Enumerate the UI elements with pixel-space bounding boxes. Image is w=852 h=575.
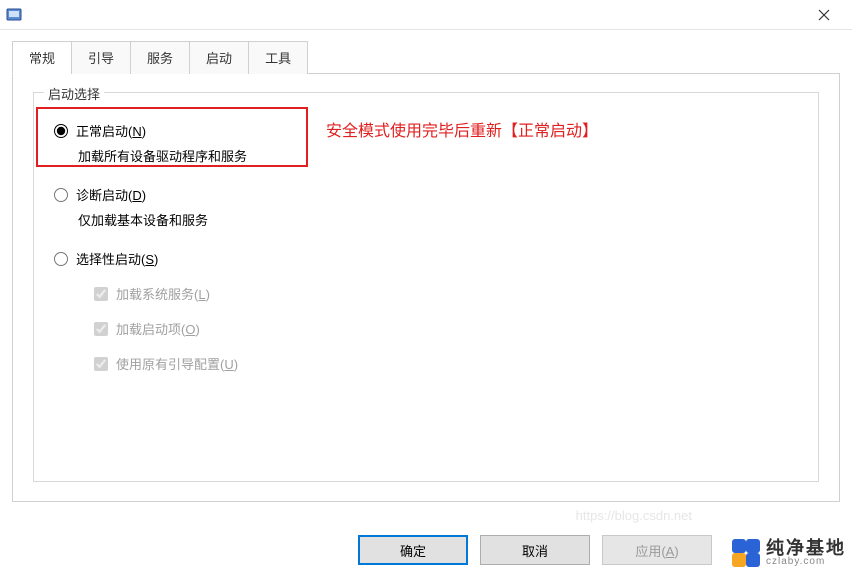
checkbox-load-startup-items: 加载启动项(O)	[94, 319, 802, 338]
radio-diag-desc: 仅加载基本设备和服务	[78, 210, 802, 229]
radio-sel-label: 选择性启动(S)	[76, 249, 158, 268]
tab-panel-general: 启动选择 安全模式使用完毕后重新【正常启动】 正常启动(N) 加载所有设备驱动程…	[12, 74, 840, 502]
titlebar	[0, 0, 852, 30]
site-logo: 纯净基地 czlaby.com	[732, 539, 846, 567]
radio-normal-input[interactable]	[54, 124, 68, 138]
watermark-text: https://blog.csdn.net	[576, 508, 692, 523]
chk-boot-label: 使用原有引导配置(U)	[116, 354, 238, 373]
chk-start-input	[94, 322, 108, 336]
tab-services[interactable]: 服务	[130, 41, 190, 74]
dialog-button-bar: 确定 取消 应用(A)	[358, 535, 712, 565]
tab-tools[interactable]: 工具	[248, 41, 308, 74]
tab-boot[interactable]: 引导	[71, 41, 131, 74]
checkbox-use-original-boot-config: 使用原有引导配置(U)	[94, 354, 802, 373]
radio-normal-label: 正常启动(N)	[76, 121, 146, 140]
radio-normal-desc: 加载所有设备驱动程序和服务	[78, 146, 802, 165]
radio-diag-label: 诊断启动(D)	[76, 185, 146, 204]
radio-diag-input[interactable]	[54, 188, 68, 202]
chk-sys-input	[94, 287, 108, 301]
startup-selection-group: 启动选择 安全模式使用完毕后重新【正常启动】 正常启动(N) 加载所有设备驱动程…	[33, 92, 819, 482]
chk-boot-input	[94, 357, 108, 371]
chk-sys-label: 加载系统服务(L)	[116, 284, 210, 303]
fieldset-legend: 启动选择	[44, 84, 104, 103]
msconfig-icon	[6, 7, 22, 23]
tab-general[interactable]: 常规	[12, 41, 72, 74]
ok-button[interactable]: 确定	[358, 535, 468, 565]
cancel-button[interactable]: 取消	[480, 535, 590, 565]
logo-text-cn: 纯净基地	[766, 539, 846, 557]
radio-diagnostic-startup[interactable]: 诊断启动(D)	[54, 185, 802, 204]
tab-startup[interactable]: 启动	[189, 41, 249, 74]
annotation-text: 安全模式使用完毕后重新【正常启动】	[326, 117, 598, 141]
logo-icon	[732, 539, 760, 567]
logo-text-en: czlaby.com	[766, 557, 846, 567]
apply-button: 应用(A)	[602, 535, 712, 565]
radio-selective-startup[interactable]: 选择性启动(S)	[54, 249, 802, 268]
radio-sel-input[interactable]	[54, 252, 68, 266]
tab-strip: 常规 引导 服务 启动 工具	[12, 40, 840, 74]
close-icon	[818, 9, 830, 21]
chk-start-label: 加载启动项(O)	[116, 319, 200, 338]
close-button[interactable]	[804, 1, 844, 29]
checkbox-load-system-services: 加载系统服务(L)	[94, 284, 802, 303]
